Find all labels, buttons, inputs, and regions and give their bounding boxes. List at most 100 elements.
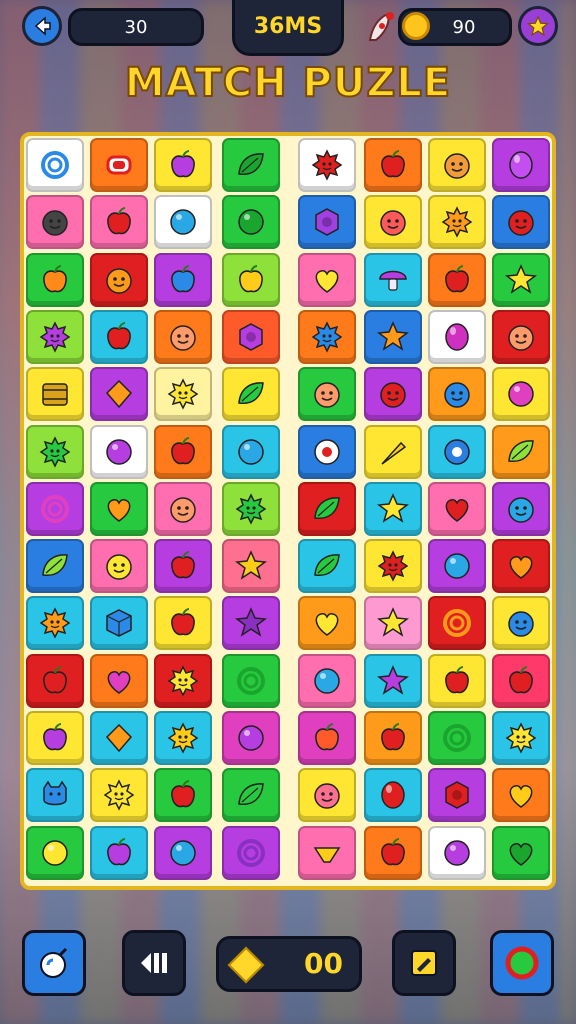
board-tile[interactable]	[428, 309, 486, 364]
board-tile[interactable]	[154, 825, 212, 880]
board-tile[interactable]	[298, 367, 356, 422]
board-tile[interactable]	[428, 653, 486, 708]
board-tile[interactable]	[492, 309, 550, 364]
board-tile[interactable]	[298, 252, 356, 307]
board-tile[interactable]	[364, 539, 422, 594]
board-tile[interactable]	[428, 825, 486, 880]
board-tile[interactable]	[154, 424, 212, 479]
board-tile[interactable]	[298, 424, 356, 479]
board-tile[interactable]	[26, 768, 84, 823]
board-tile[interactable]	[222, 825, 280, 880]
board-tile[interactable]	[222, 596, 280, 651]
board-tile[interactable]	[364, 195, 422, 250]
board-tile[interactable]	[222, 653, 280, 708]
board-tile[interactable]	[26, 195, 84, 250]
board-tile[interactable]	[428, 481, 486, 536]
board-tile[interactable]	[492, 252, 550, 307]
board-tile[interactable]	[222, 768, 280, 823]
board-tile[interactable]	[26, 367, 84, 422]
board-tile[interactable]	[26, 252, 84, 307]
board-tile[interactable]	[364, 309, 422, 364]
board-tile[interactable]	[90, 653, 148, 708]
board-tile[interactable]	[154, 768, 212, 823]
board-tile[interactable]	[154, 596, 212, 651]
board-tile[interactable]	[90, 539, 148, 594]
board-tile[interactable]	[298, 653, 356, 708]
board-tile[interactable]	[222, 539, 280, 594]
star-button[interactable]	[518, 6, 558, 46]
board-tile[interactable]	[90, 195, 148, 250]
board-tile[interactable]	[90, 825, 148, 880]
board-tile[interactable]	[222, 424, 280, 479]
board-tile[interactable]	[428, 367, 486, 422]
board-tile[interactable]	[154, 252, 212, 307]
board-tile[interactable]	[90, 367, 148, 422]
board-tile[interactable]	[90, 596, 148, 651]
board-tile[interactable]	[222, 309, 280, 364]
board-tile[interactable]	[428, 768, 486, 823]
board-tile[interactable]	[26, 138, 84, 192]
board-tile[interactable]	[154, 539, 212, 594]
board-tile[interactable]	[428, 195, 486, 250]
board-tile[interactable]	[298, 539, 356, 594]
board-tile[interactable]	[428, 138, 486, 192]
board-tile[interactable]	[492, 653, 550, 708]
board-tile[interactable]	[364, 481, 422, 536]
board-tile[interactable]	[492, 768, 550, 823]
board-tile[interactable]	[364, 424, 422, 479]
notepad-button[interactable]	[392, 930, 456, 996]
board-tile[interactable]	[298, 195, 356, 250]
board-tile[interactable]	[364, 768, 422, 823]
board-tile[interactable]	[154, 481, 212, 536]
board-tile[interactable]	[364, 825, 422, 880]
target-button[interactable]	[490, 930, 554, 996]
board-tile[interactable]	[154, 309, 212, 364]
board-tile[interactable]	[154, 195, 212, 250]
board-tile[interactable]	[298, 481, 356, 536]
board-tile[interactable]	[428, 424, 486, 479]
board-tile[interactable]	[154, 138, 212, 192]
board-tile[interactable]	[428, 252, 486, 307]
board-tile[interactable]	[298, 768, 356, 823]
board-tile[interactable]	[222, 481, 280, 536]
board-tile[interactable]	[26, 825, 84, 880]
board-tile[interactable]	[90, 309, 148, 364]
board-tile[interactable]	[298, 138, 356, 192]
board-tile[interactable]	[428, 596, 486, 651]
board-tile[interactable]	[90, 424, 148, 479]
board-tile[interactable]	[364, 653, 422, 708]
board-tile[interactable]	[90, 481, 148, 536]
board-tile[interactable]	[492, 138, 550, 192]
board-tile[interactable]	[222, 252, 280, 307]
board-tile[interactable]	[298, 596, 356, 651]
board-tile[interactable]	[492, 825, 550, 880]
board-tile[interactable]	[222, 367, 280, 422]
board-tile[interactable]	[222, 711, 280, 765]
board-tile[interactable]	[428, 711, 486, 765]
board-tile[interactable]	[298, 309, 356, 364]
board-tile[interactable]	[26, 481, 84, 536]
board-tile[interactable]	[26, 309, 84, 364]
board-tile[interactable]	[492, 424, 550, 479]
board-tile[interactable]	[26, 539, 84, 594]
board-tile[interactable]	[364, 138, 422, 192]
board-tile[interactable]	[90, 768, 148, 823]
board-tile[interactable]	[492, 596, 550, 651]
board-tile[interactable]	[364, 596, 422, 651]
back-button[interactable]	[22, 6, 62, 46]
board-tile[interactable]	[222, 138, 280, 192]
board-tile[interactable]	[428, 539, 486, 594]
board-tile[interactable]	[364, 252, 422, 307]
board-tile[interactable]	[90, 711, 148, 765]
board-tile[interactable]	[154, 711, 212, 765]
board-tile[interactable]	[298, 711, 356, 765]
hint-button[interactable]	[22, 930, 86, 996]
board-tile[interactable]	[492, 539, 550, 594]
board-tile[interactable]	[154, 653, 212, 708]
pause-button[interactable]	[122, 930, 186, 996]
board-tile[interactable]	[154, 367, 212, 422]
board-tile[interactable]	[298, 825, 356, 880]
board-tile[interactable]	[26, 596, 84, 651]
board-tile[interactable]	[364, 367, 422, 422]
board-tile[interactable]	[492, 481, 550, 536]
